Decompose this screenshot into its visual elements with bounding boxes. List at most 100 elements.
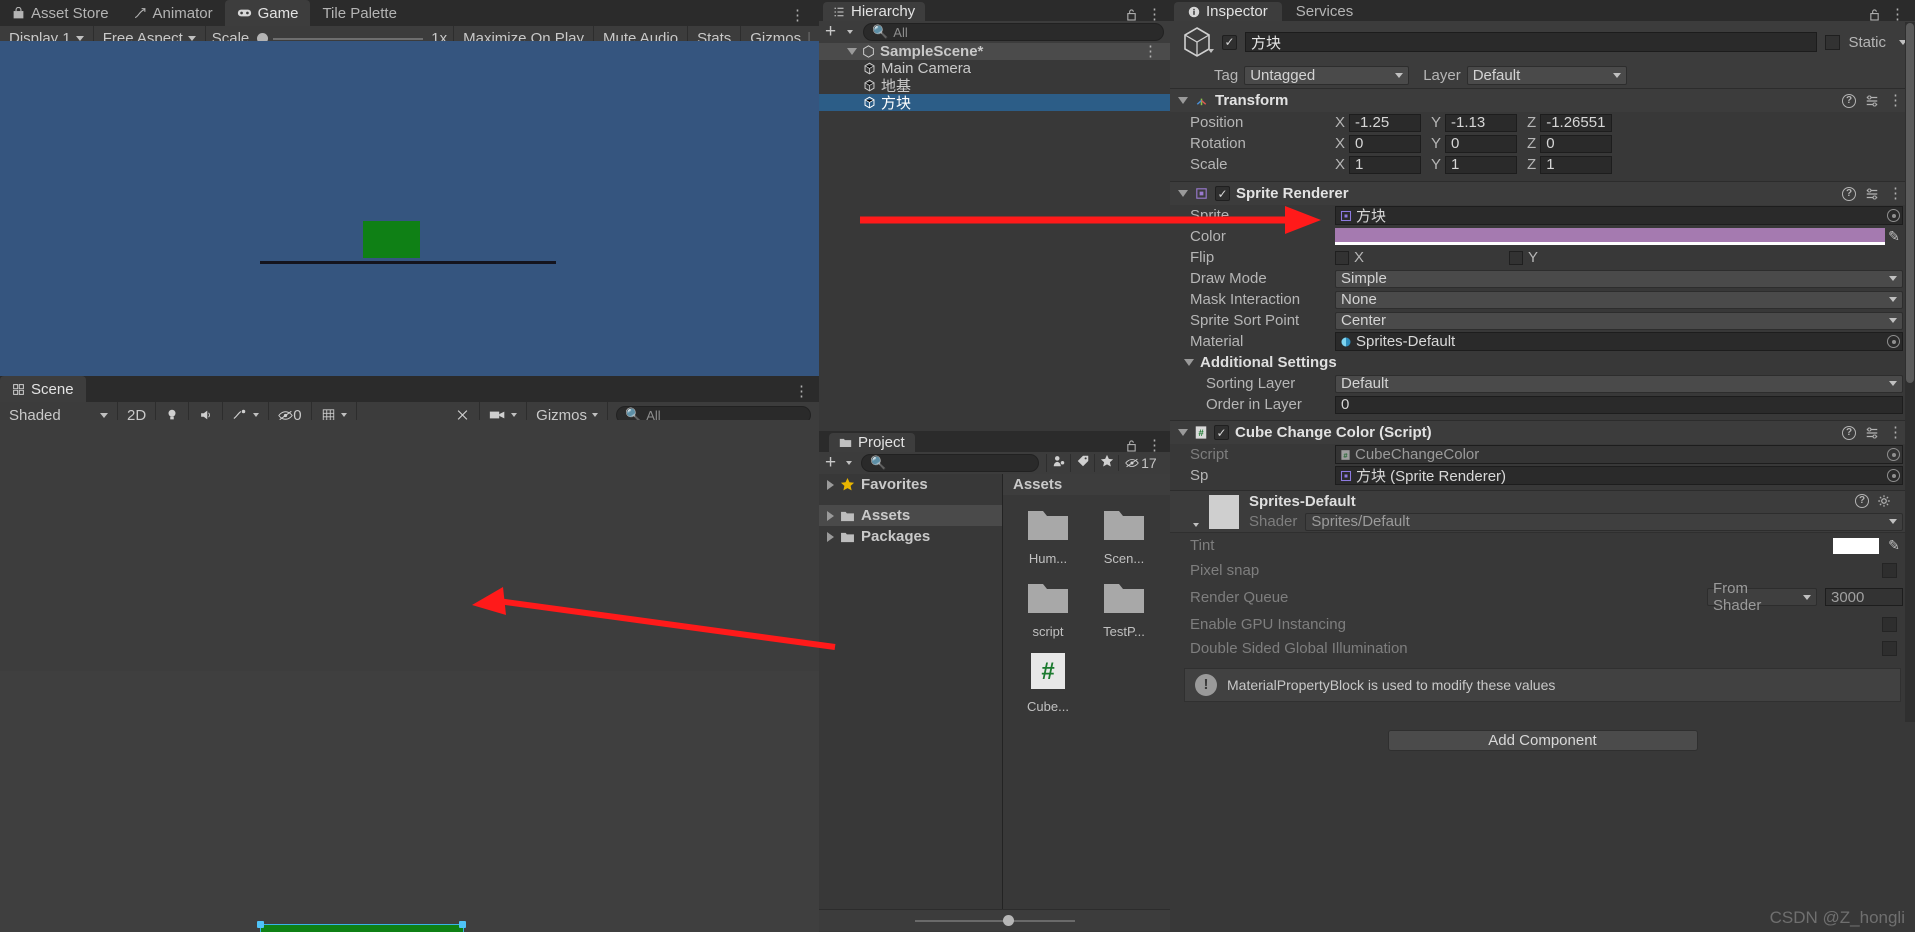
chevron-down-icon[interactable] bbox=[1208, 49, 1214, 53]
hierarchy-menu-icon[interactable]: ⋮ bbox=[1147, 7, 1162, 22]
object-picker-icon[interactable] bbox=[1887, 335, 1900, 348]
hierarchy-item-diji[interactable]: 地基 bbox=[819, 77, 1170, 95]
rotation-z-field[interactable]: 0 bbox=[1540, 134, 1613, 153]
gear-icon[interactable] bbox=[1877, 494, 1891, 508]
help-icon[interactable]: ? bbox=[1855, 494, 1869, 508]
hidden-assets-toggle[interactable]: 17 bbox=[1118, 455, 1157, 471]
tab-inspector[interactable]: Inspector bbox=[1174, 2, 1282, 21]
scene-context-menu-icon[interactable]: ⋮ bbox=[1143, 44, 1170, 59]
object-picker-icon[interactable] bbox=[1887, 448, 1900, 461]
component-menu-icon[interactable]: ⋮ bbox=[1888, 425, 1903, 440]
chevron-down-icon[interactable] bbox=[847, 48, 857, 55]
chevron-right-icon[interactable] bbox=[827, 531, 834, 542]
project-add-button[interactable]: + bbox=[825, 453, 836, 472]
sprite-sort-point-dropdown[interactable]: Center bbox=[1335, 311, 1903, 330]
script-component-header[interactable]: # ✓ Cube Change Color (Script) ? ⋮ bbox=[1170, 420, 1915, 444]
render-queue-field[interactable]: 3000 bbox=[1825, 588, 1903, 606]
chevron-down-icon[interactable] bbox=[847, 30, 854, 34]
preset-icon[interactable] bbox=[1865, 187, 1879, 201]
project-menu-icon[interactable]: ⋮ bbox=[1147, 438, 1162, 453]
scale-y-field[interactable]: 1 bbox=[1445, 155, 1518, 174]
sp-object-field[interactable]: 方块 (Sprite Renderer) bbox=[1335, 466, 1903, 485]
hierarchy-search-input[interactable]: 🔍 All bbox=[863, 23, 1164, 41]
chevron-down-icon[interactable] bbox=[1184, 359, 1194, 366]
asset-item[interactable]: Hum... bbox=[1021, 505, 1075, 566]
gpu-instancing-checkbox[interactable] bbox=[1882, 616, 1897, 632]
chevron-right-icon[interactable] bbox=[827, 479, 834, 490]
hierarchy-item-fangkuai[interactable]: 方块 bbox=[819, 94, 1170, 112]
tab-scene[interactable]: Scene bbox=[0, 376, 86, 402]
chevron-right-icon[interactable] bbox=[827, 510, 834, 521]
tint-swatch[interactable] bbox=[1833, 537, 1879, 554]
hierarchy-add-button[interactable]: + bbox=[825, 22, 836, 41]
tag-dropdown[interactable]: Untagged bbox=[1244, 66, 1410, 85]
tab-asset-store[interactable]: Asset Store bbox=[0, 0, 121, 26]
material-object-field[interactable]: Sprites-Default bbox=[1335, 332, 1903, 351]
scene-handle-tl[interactable] bbox=[257, 921, 264, 928]
sprite-renderer-component-header[interactable]: ✓ Sprite Renderer ? ⋮ bbox=[1170, 181, 1915, 205]
component-menu-icon[interactable]: ⋮ bbox=[1888, 93, 1903, 108]
double-sided-checkbox[interactable] bbox=[1882, 640, 1897, 656]
scene-viewport[interactable] bbox=[0, 420, 819, 932]
help-icon[interactable]: ? bbox=[1842, 186, 1856, 201]
add-component-button[interactable]: Add Component bbox=[1387, 729, 1698, 751]
object-name-field[interactable]: 方块 bbox=[1245, 32, 1818, 52]
chevron-down-icon[interactable] bbox=[846, 461, 853, 465]
lock-icon[interactable] bbox=[1126, 439, 1137, 452]
hierarchy-item-main-camera[interactable]: Main Camera bbox=[819, 60, 1170, 77]
tab-tile-palette[interactable]: Tile Palette bbox=[310, 0, 408, 26]
object-enabled-checkbox[interactable]: ✓ bbox=[1222, 34, 1237, 50]
avatar-filter-icon[interactable] bbox=[1046, 454, 1070, 472]
sprite-object-field[interactable]: 方块 bbox=[1335, 206, 1903, 225]
chevron-down-icon[interactable] bbox=[1178, 429, 1188, 436]
render-queue-mode-dropdown[interactable]: From Shader bbox=[1707, 580, 1817, 614]
additional-settings-header[interactable]: Additional Settings bbox=[1170, 352, 1915, 373]
help-icon[interactable]: ? bbox=[1842, 93, 1856, 108]
eyedropper-icon[interactable]: ✎ bbox=[1885, 228, 1903, 245]
label-filter-icon[interactable] bbox=[1070, 454, 1094, 472]
tab-animator[interactable]: Animator bbox=[121, 0, 225, 26]
eyedropper-icon[interactable]: ✎ bbox=[1885, 537, 1903, 554]
chevron-down-icon[interactable] bbox=[1193, 523, 1199, 527]
asset-item[interactable]: Scen... bbox=[1097, 505, 1151, 566]
mask-interaction-dropdown[interactable]: None bbox=[1335, 290, 1903, 309]
tab-game[interactable]: Game bbox=[224, 0, 311, 26]
hierarchy-item-samplescene[interactable]: SampleScene* ⋮ bbox=[819, 43, 1170, 60]
chevron-down-icon[interactable] bbox=[1178, 97, 1188, 104]
slider-track[interactable] bbox=[273, 37, 424, 40]
shader-dropdown[interactable]: Sprites/Default bbox=[1305, 512, 1903, 531]
project-search-input[interactable]: 🔍 bbox=[861, 454, 1040, 472]
layer-dropdown[interactable]: Default bbox=[1466, 66, 1627, 85]
preset-icon[interactable] bbox=[1865, 426, 1879, 440]
project-tree-favorites[interactable]: Favorites bbox=[819, 474, 1002, 495]
asset-item[interactable]: TestP... bbox=[1097, 578, 1151, 639]
sorting-layer-dropdown[interactable]: Default bbox=[1335, 374, 1903, 393]
game-panel-menu-icon[interactable]: ⋮ bbox=[790, 8, 819, 26]
rotation-x-field[interactable]: 0 bbox=[1349, 134, 1422, 153]
zoom-slider-knob[interactable] bbox=[1002, 914, 1014, 926]
static-checkbox[interactable] bbox=[1825, 34, 1841, 50]
lock-icon[interactable] bbox=[1869, 8, 1880, 21]
rotation-y-field[interactable]: 0 bbox=[1445, 134, 1518, 153]
preset-icon[interactable] bbox=[1865, 94, 1879, 108]
inspector-menu-icon[interactable]: ⋮ bbox=[1890, 7, 1905, 22]
chevron-down-icon[interactable] bbox=[1178, 190, 1188, 197]
order-in-layer-field[interactable]: 0 bbox=[1335, 395, 1903, 414]
project-tree-assets[interactable]: Assets bbox=[819, 505, 1002, 526]
color-swatch[interactable] bbox=[1335, 228, 1885, 245]
position-z-field[interactable]: -1.26551 bbox=[1540, 113, 1613, 132]
scale-x-field[interactable]: 1 bbox=[1349, 155, 1422, 174]
favorite-filter-icon[interactable] bbox=[1094, 454, 1118, 472]
script-enabled-checkbox[interactable]: ✓ bbox=[1214, 425, 1229, 440]
pixel-snap-checkbox[interactable] bbox=[1882, 562, 1897, 578]
script-object-field[interactable]: # CubeChangeColor bbox=[1335, 445, 1903, 464]
project-tree-packages[interactable]: Packages bbox=[819, 526, 1002, 547]
scene-panel-menu-icon[interactable]: ⋮ bbox=[794, 384, 809, 402]
inspector-scrollbar[interactable] bbox=[1905, 22, 1915, 722]
project-zoom-slider[interactable] bbox=[914, 914, 1075, 926]
position-x-field[interactable]: -1.25 bbox=[1349, 113, 1422, 132]
tab-hierarchy[interactable]: Hierarchy bbox=[823, 2, 926, 21]
scale-z-field[interactable]: 1 bbox=[1540, 155, 1613, 174]
scene-handle-tr[interactable] bbox=[459, 921, 466, 928]
asset-item[interactable]: # Cube... bbox=[1021, 651, 1075, 714]
